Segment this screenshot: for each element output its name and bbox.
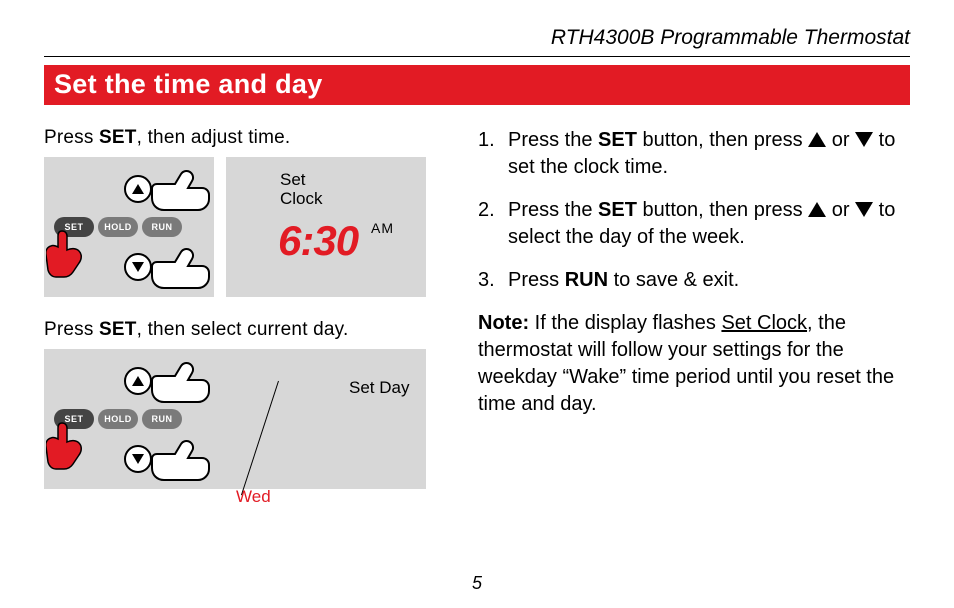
pointing-hand-icon [150, 361, 210, 405]
display-mode-label: Set Day [349, 379, 409, 398]
page-number: 5 [0, 573, 954, 594]
triangle-down-icon [855, 132, 873, 147]
step-3: Press RUN to save & exit. [478, 267, 910, 294]
fig1: SET HOLD RUN Set Clock 6:30 AM [44, 157, 444, 297]
triangle-up-icon [808, 132, 826, 147]
triangle-up-icon [132, 376, 144, 386]
fig1-button-panel: SET HOLD RUN [44, 157, 214, 297]
up-button [124, 175, 152, 203]
up-button [124, 367, 152, 395]
pointing-hand-icon [150, 247, 210, 291]
section-title: Set the time and day [44, 65, 910, 105]
fig2-panel: SET HOLD RUN Set Day [44, 349, 426, 489]
triangle-down-icon [132, 454, 144, 464]
pressing-finger-icon [46, 421, 84, 471]
triangle-down-icon [855, 202, 873, 217]
right-column: Press the SET button, then press or to s… [478, 127, 910, 531]
fig1-display-panel: Set Clock 6:30 AM [226, 157, 426, 297]
display-mode-label: Set Clock [280, 171, 323, 208]
run-button: RUN [142, 217, 182, 237]
triangle-down-icon [132, 262, 144, 272]
pressing-finger-icon [46, 229, 84, 279]
leader-line [241, 381, 279, 495]
fig2-caption: Press SET, then select current day. [44, 319, 444, 341]
left-column: Press SET, then adjust time. SET HOLD RU… [44, 127, 444, 531]
triangle-up-icon [132, 184, 144, 194]
note-paragraph: Note: If the display flashes Set Clock, … [478, 310, 910, 418]
day-value: Wed [236, 487, 636, 507]
instruction-list: Press the SET button, then press or to s… [478, 127, 910, 294]
clock-time: 6:30 [278, 217, 358, 265]
down-button [124, 445, 152, 473]
hold-button: HOLD [98, 409, 138, 429]
fig2: SET HOLD RUN Set Day [44, 349, 444, 489]
pointing-hand-icon [150, 169, 210, 213]
run-button: RUN [142, 409, 182, 429]
step-2: Press the SET button, then press or to s… [478, 197, 910, 251]
content-columns: Press SET, then adjust time. SET HOLD RU… [44, 127, 910, 531]
step-1: Press the SET button, then press or to s… [478, 127, 910, 181]
triangle-up-icon [808, 202, 826, 217]
ampm-label: AM [371, 220, 394, 236]
page-header: RTH4300B Programmable Thermostat [44, 26, 910, 57]
hold-button: HOLD [98, 217, 138, 237]
down-button [124, 253, 152, 281]
model-name: RTH4300B Programmable Thermostat [551, 26, 910, 49]
pointing-hand-icon [150, 439, 210, 483]
fig1-caption: Press SET, then adjust time. [44, 127, 444, 149]
